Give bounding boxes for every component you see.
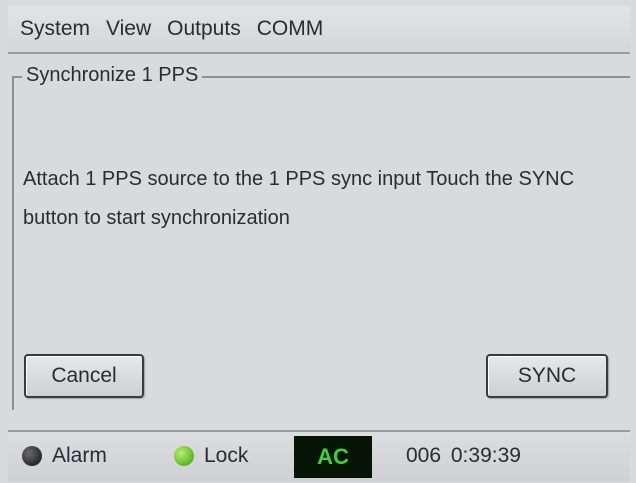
power-source-indicator: AC	[294, 436, 372, 478]
cancel-button[interactable]: Cancel	[24, 354, 144, 398]
menu-system[interactable]: System	[20, 17, 90, 41]
menu-bar: System View Outputs COMM	[8, 6, 630, 54]
menu-view[interactable]: View	[106, 17, 151, 41]
lock-label: Lock	[204, 444, 249, 467]
dialog-title: Synchronize 1 PPS	[22, 64, 203, 87]
uptime-readout: 006 0:39:39	[406, 444, 521, 467]
instruction-text: Attach 1 PPS source to the 1 PPS sync in…	[23, 168, 575, 229]
lock-indicator-icon	[174, 446, 194, 466]
device-screen: System View Outputs COMM Synchronize 1 P…	[0, 0, 636, 483]
status-bar: Alarm Lock AC 006 0:39:39	[8, 430, 630, 482]
menu-outputs[interactable]: Outputs	[167, 17, 241, 41]
alarm-label: Alarm	[52, 444, 107, 467]
menu-comm[interactable]: COMM	[257, 17, 324, 41]
sync-button[interactable]: SYNC	[486, 354, 608, 398]
alarm-indicator-icon	[22, 446, 42, 466]
